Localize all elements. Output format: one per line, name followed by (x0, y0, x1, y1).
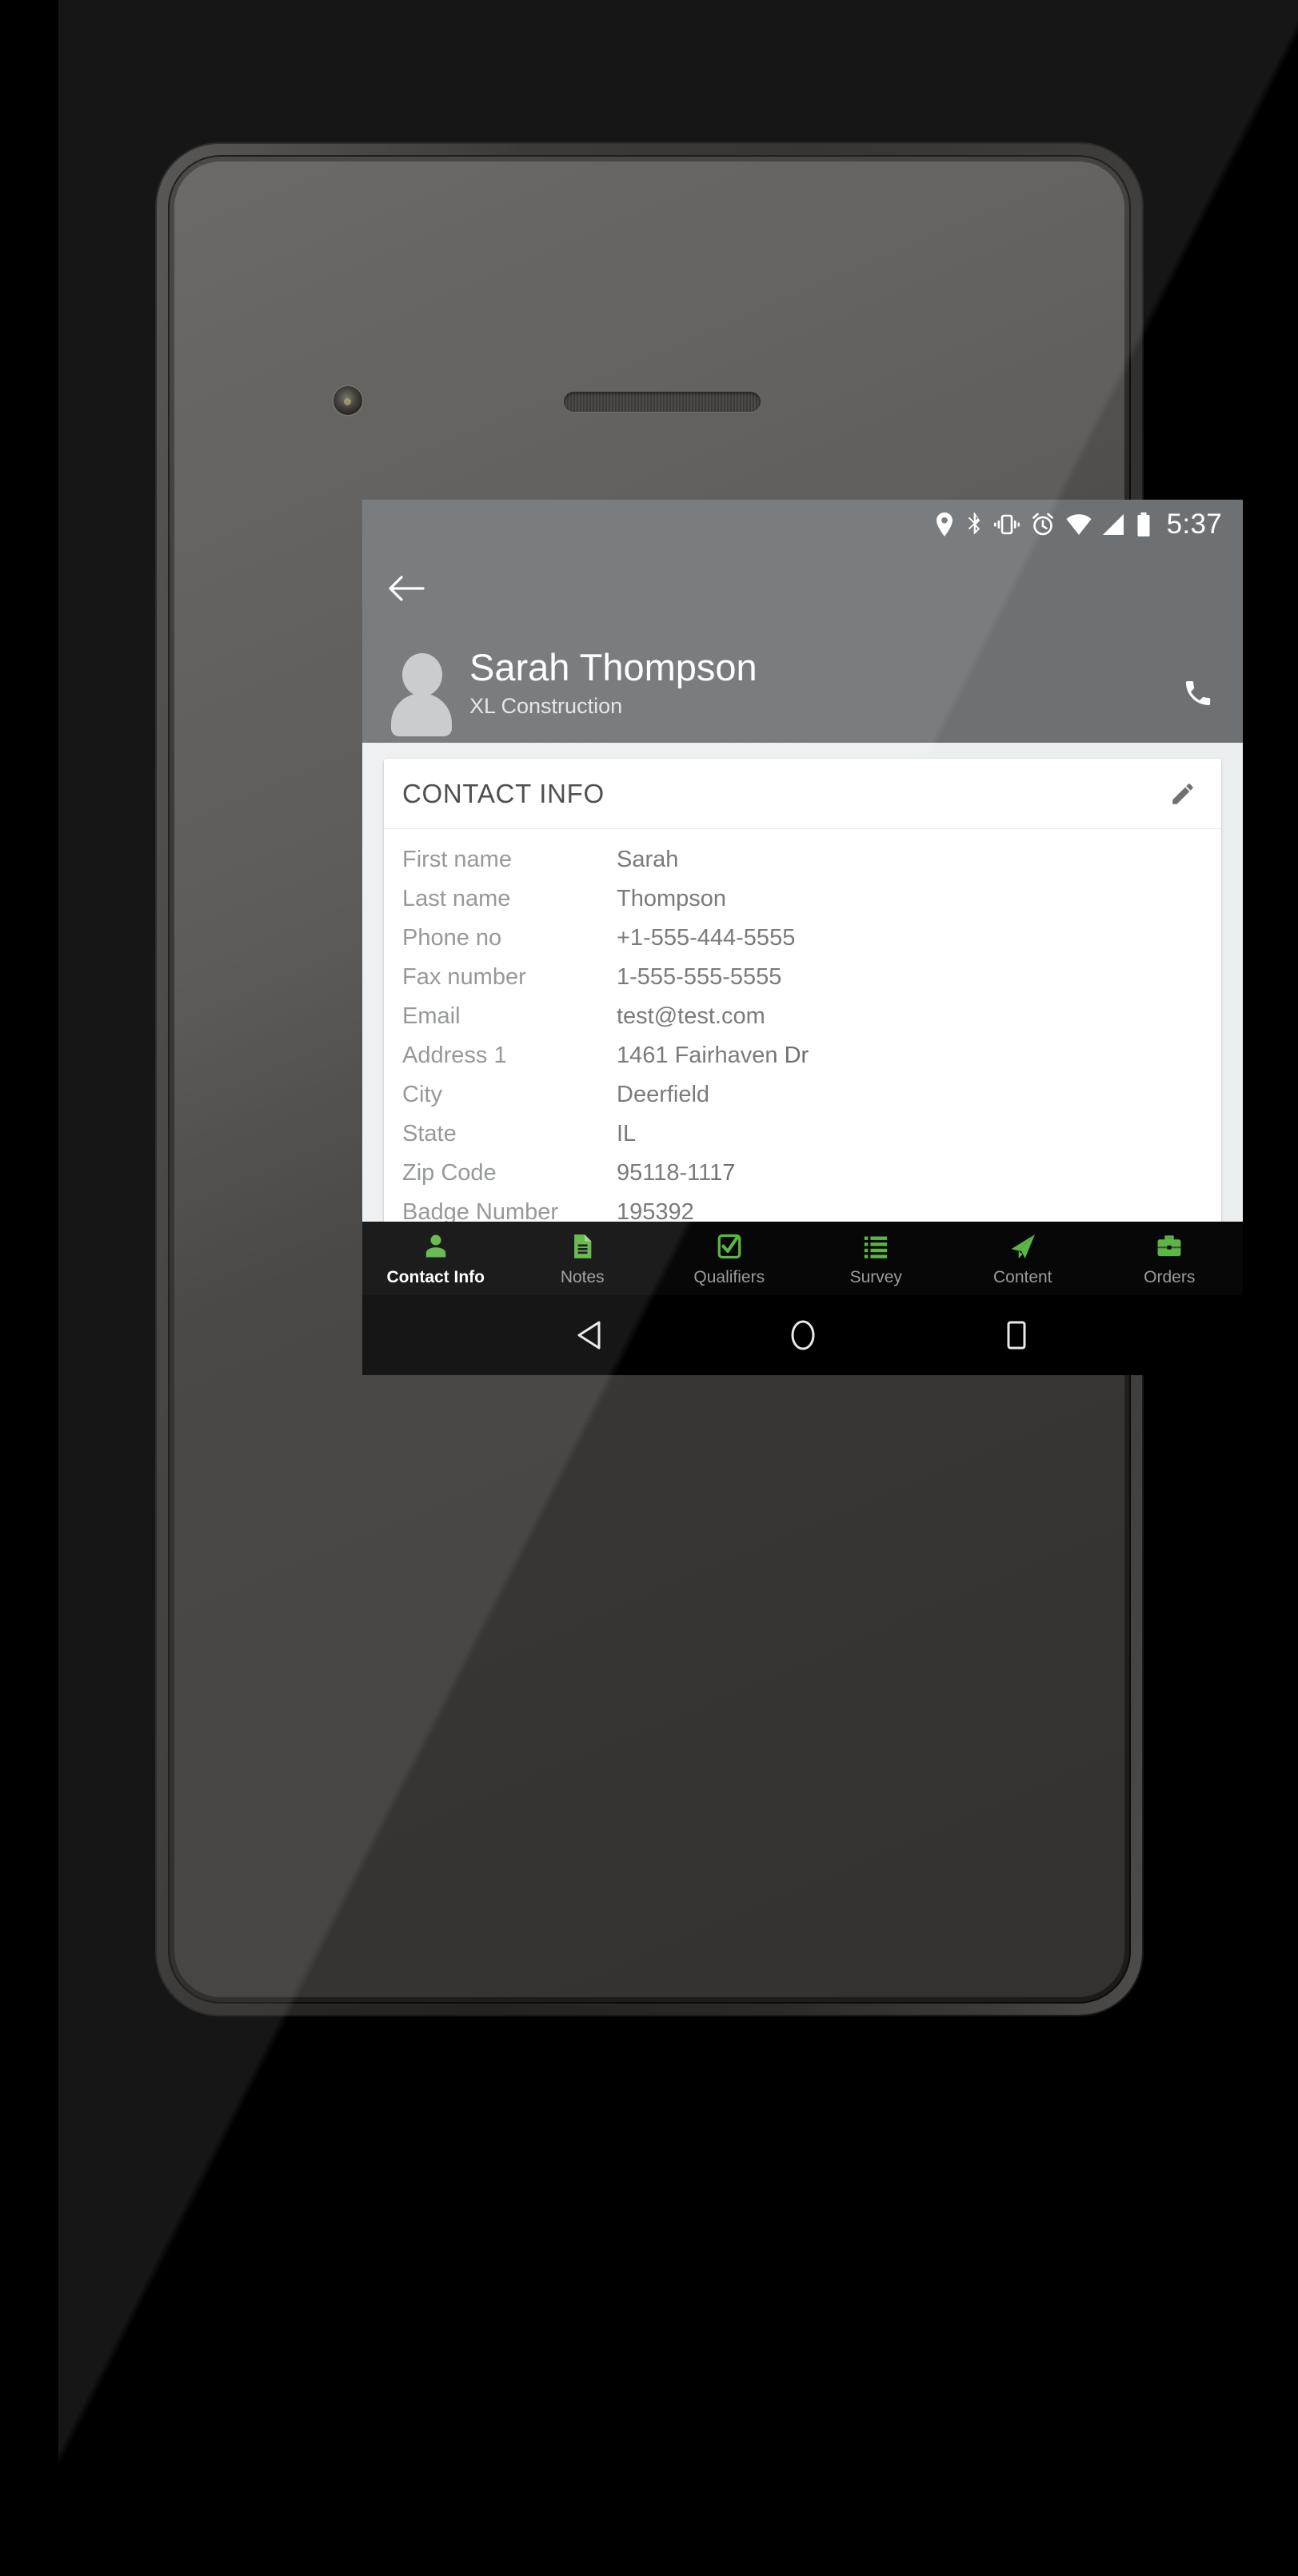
cell-signal-icon (1102, 514, 1125, 535)
tab-label: Survey (849, 1267, 902, 1286)
tab-label: Notes (560, 1267, 605, 1286)
back-arrow-icon[interactable] (383, 565, 429, 612)
field-label: Phone no (402, 925, 502, 951)
tab-label: Content (992, 1267, 1052, 1286)
android-navigation-bar (362, 1295, 1243, 1375)
triangle-back-icon[interactable] (569, 1314, 610, 1356)
contact-detail-header: Sarah Thompson XL Construction (362, 549, 1243, 743)
table-row: Email test@test.com (384, 997, 1221, 1036)
contact-profile-row: Sarah Thompson XL Construction (383, 628, 1222, 736)
battery-icon (1136, 512, 1151, 536)
circle-home-icon[interactable] (782, 1314, 824, 1356)
field-value: Thompson (617, 886, 727, 911)
pencil-edit-icon[interactable] (1162, 773, 1204, 815)
tab-content[interactable]: Content (949, 1222, 1096, 1295)
field-value: test@test.com (617, 1003, 765, 1029)
field-label: City (402, 1082, 442, 1107)
field-value: Deerfield (617, 1082, 710, 1107)
field-value: 1461 Fairhaven Dr (617, 1043, 809, 1068)
tab-survey[interactable]: Survey (803, 1222, 950, 1295)
tab-label: Contact Info (386, 1267, 485, 1286)
table-row: State IL (384, 1115, 1221, 1154)
paper-plane-icon (1007, 1230, 1039, 1262)
table-row: Fax number 1-555-555-5555 (384, 958, 1221, 997)
briefcase-icon (1153, 1230, 1185, 1262)
tab-notes[interactable]: Notes (509, 1222, 657, 1295)
field-label: Zip Code (402, 1160, 497, 1186)
list-icon (860, 1230, 892, 1262)
field-label: First name (402, 847, 512, 872)
contact-info-title: CONTACT INFO (402, 778, 605, 808)
table-row: Address 1 1461 Fairhaven Dr (384, 1036, 1221, 1075)
field-value: 1-555-555-5555 (617, 964, 782, 990)
table-row: Zip Code 95118-1117 (384, 1154, 1221, 1193)
table-row: Phone no +1-555-444-5555 (384, 919, 1221, 958)
bottom-tab-bar: Contact Info Notes Qualifiers Survey Con… (362, 1222, 1243, 1295)
square-recents-icon[interactable] (996, 1314, 1037, 1356)
android-status-bar: 5:37 (362, 500, 1243, 549)
wifi-icon (1066, 514, 1092, 535)
tab-label: Orders (1144, 1267, 1196, 1286)
field-label: Fax number (402, 964, 526, 990)
table-row: Last name Thompson (384, 879, 1221, 919)
document-icon (566, 1230, 598, 1262)
header-back-row (383, 549, 1222, 628)
field-value: Sarah (617, 847, 679, 872)
field-label: Email (402, 1003, 461, 1029)
contact-name: Sarah Thompson (469, 646, 757, 689)
front-camera-icon (333, 386, 362, 415)
person-avatar-icon (391, 653, 452, 736)
tab-contact-info[interactable]: Contact Info (362, 1222, 509, 1295)
field-label: Address 1 (402, 1043, 507, 1068)
phone-call-icon[interactable] (1174, 669, 1222, 717)
earpiece-speaker-icon (564, 392, 761, 412)
table-row: City Deerfield (384, 1075, 1221, 1115)
vibrate-icon (993, 513, 1020, 536)
contact-info-card-header: CONTACT INFO (384, 759, 1221, 829)
field-label: State (402, 1121, 457, 1146)
field-label: Last name (402, 886, 511, 911)
status-bar-clock: 5:37 (1166, 508, 1222, 540)
table-row: First name Sarah (384, 840, 1221, 879)
contact-info-field-list: First name Sarah Last name Thompson Phon… (384, 829, 1221, 1250)
alarm-icon (1031, 512, 1055, 536)
tab-qualifiers[interactable]: Qualifiers (656, 1222, 803, 1295)
checkbox-icon (713, 1230, 745, 1262)
person-icon (420, 1230, 452, 1262)
tab-label: Qualifiers (693, 1267, 765, 1286)
phone-device-frame: 5:37 Sarah Thompson XL Construction CONT… (58, 0, 1298, 2576)
location-pin-icon (935, 512, 954, 536)
phone-screen: 5:37 Sarah Thompson XL Construction CONT… (362, 500, 1243, 1375)
contact-profile-text: Sarah Thompson XL Construction (469, 646, 1174, 722)
tab-orders[interactable]: Orders (1096, 1222, 1244, 1295)
field-value: 95118-1117 (617, 1160, 736, 1186)
bluetooth-icon (965, 512, 983, 536)
field-value: IL (617, 1121, 637, 1146)
contact-info-card: CONTACT INFO First name Sarah Last name … (384, 759, 1221, 1250)
contact-company: XL Construction (469, 694, 623, 718)
field-value: +1-555-444-5555 (617, 925, 796, 951)
